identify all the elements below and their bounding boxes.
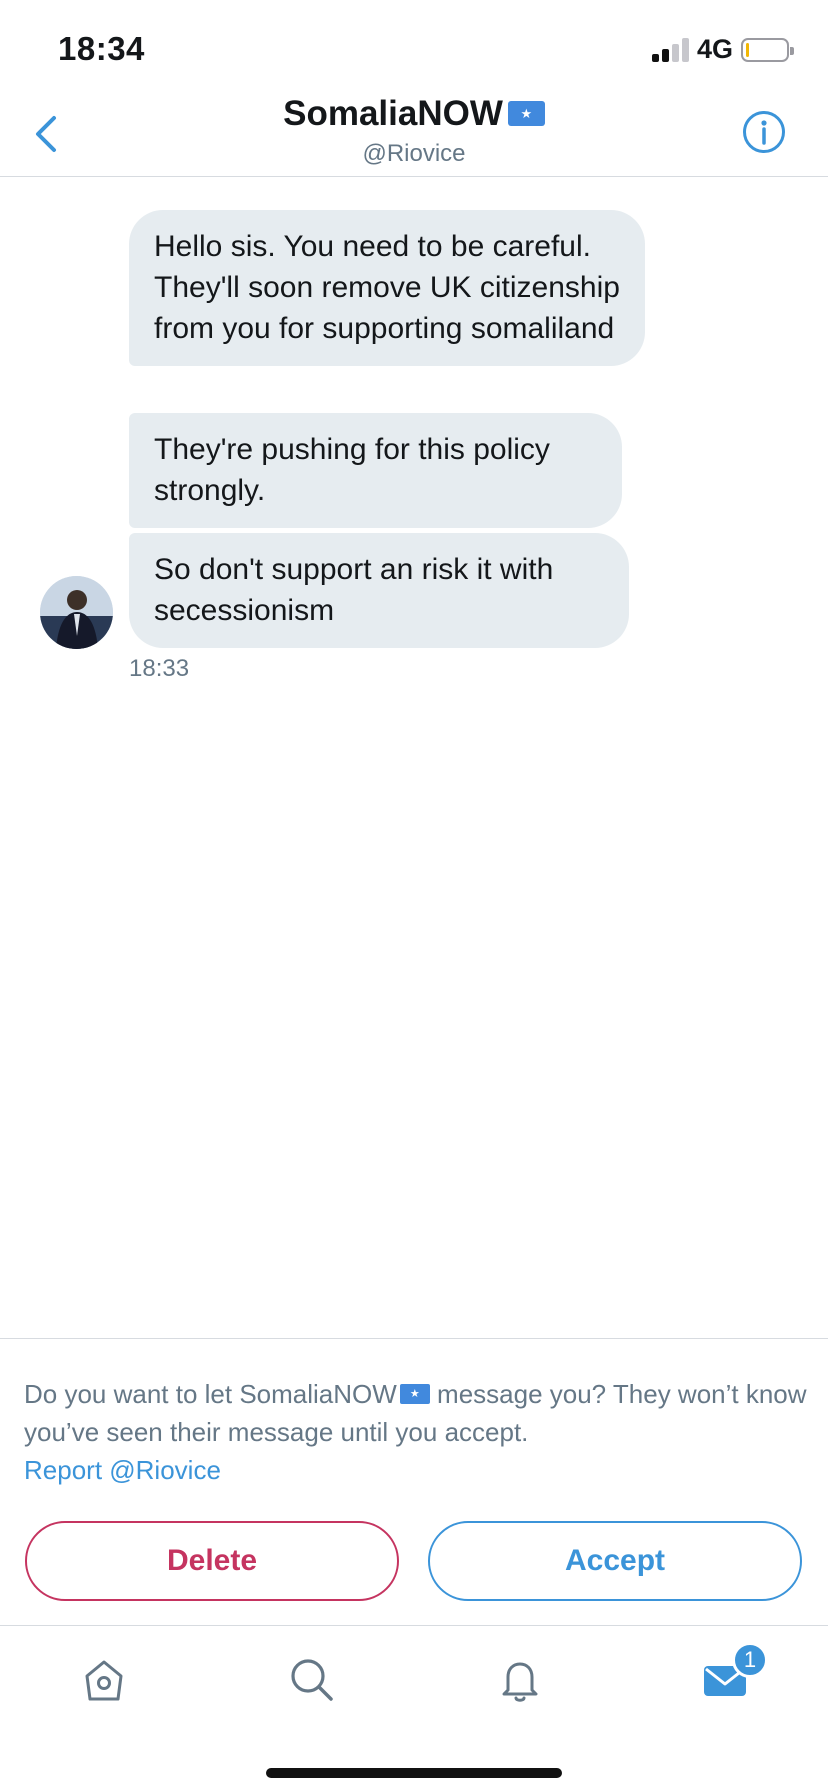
message-timestamp: 18:33: [129, 655, 190, 682]
somalia-flag-emoji: [507, 101, 545, 127]
info-button[interactable]: [742, 110, 786, 154]
tab-bar: 1: [0, 1625, 828, 1792]
message-bubble[interactable]: They're pushing for this policy strongly…: [129, 413, 622, 528]
accept-button[interactable]: Accept: [428, 1521, 802, 1601]
home-icon: [85, 1660, 123, 1701]
request-prompt-start: Do you want to let SomaliaNOW: [24, 1379, 397, 1409]
tab-search[interactable]: [286, 1654, 338, 1706]
messages-badge: 1: [732, 1642, 768, 1678]
signal-strength-icon: [652, 38, 690, 62]
message-bubble[interactable]: So don't support an risk it with secessi…: [129, 533, 629, 648]
home-indicator[interactable]: [266, 1768, 562, 1778]
status-bar: 18:34 4G: [0, 0, 828, 90]
info-icon: [743, 111, 785, 153]
conversation-handle: @Riovice: [362, 140, 466, 167]
report-link[interactable]: Report @Riovice: [24, 1451, 221, 1489]
bell-icon: [502, 1662, 538, 1702]
person-photo-icon: [40, 576, 113, 649]
status-time: 18:34: [58, 30, 145, 67]
search-icon: [291, 1659, 333, 1701]
message-bubble[interactable]: Hello sis. You need to be careful. They'…: [129, 210, 645, 366]
conversation-title[interactable]: SomaliaNOW: [0, 94, 828, 134]
request-prompt: Do you want to let SomaliaNOW message yo…: [24, 1375, 814, 1451]
display-name: SomaliaNOW: [283, 94, 503, 133]
tab-notifications[interactable]: [494, 1654, 546, 1706]
dm-request-screen: 18:34 4G SomaliaNOW @Riovice: [0, 0, 828, 1792]
conversation-header: SomaliaNOW @Riovice: [0, 90, 828, 177]
sender-avatar[interactable]: [40, 576, 113, 649]
somalia-flag-emoji: [399, 1384, 430, 1405]
network-type: 4G: [697, 34, 734, 64]
message-request-panel: Do you want to let SomaliaNOW message yo…: [0, 1338, 828, 1625]
tab-home[interactable]: [78, 1654, 130, 1706]
delete-button[interactable]: Delete: [25, 1521, 399, 1601]
battery-icon: [741, 38, 794, 62]
